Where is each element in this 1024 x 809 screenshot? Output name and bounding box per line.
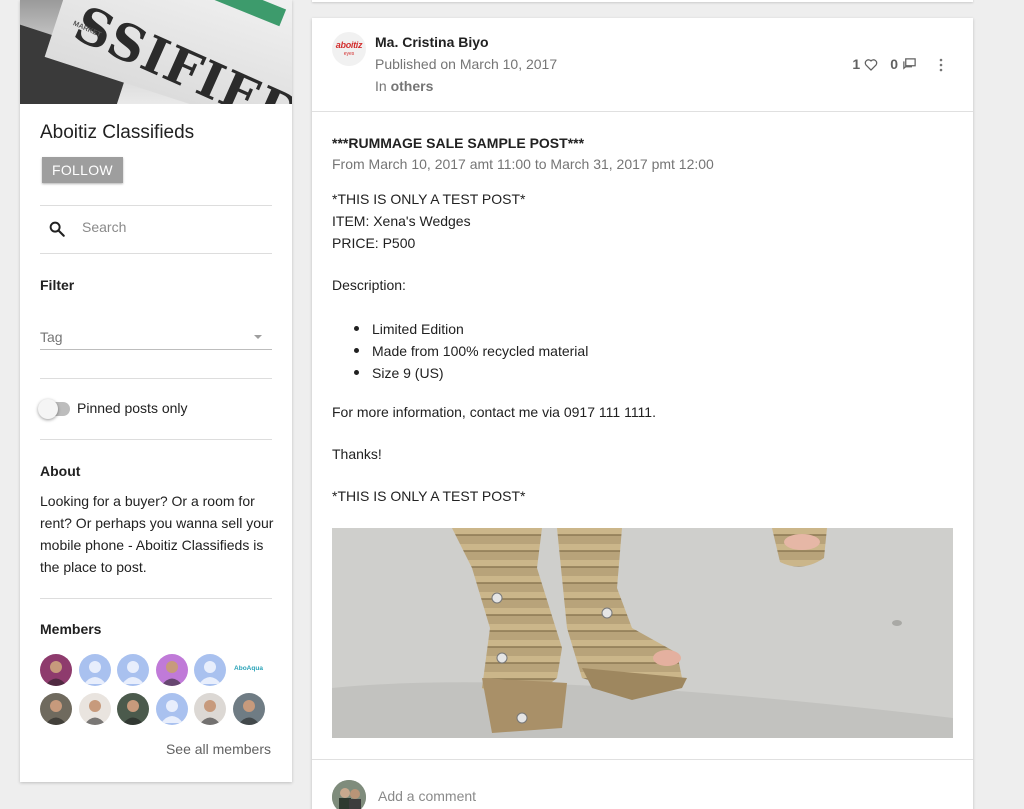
toggle-knob (38, 399, 58, 419)
member-avatar[interactable] (40, 693, 72, 725)
header-divider (312, 111, 973, 112)
about-heading: About (40, 463, 81, 479)
member-avatar[interactable] (194, 654, 226, 686)
filter-heading: Filter (40, 277, 75, 293)
member-avatar[interactable] (117, 693, 149, 725)
divider (40, 598, 272, 599)
category-link[interactable]: others (391, 78, 434, 94)
author-name[interactable]: Ma. Cristina Biyo (375, 34, 489, 50)
comment-icon[interactable] (902, 57, 917, 72)
pinned-posts-toggle[interactable] (38, 399, 70, 419)
pinned-posts-label: Pinned posts only (77, 400, 188, 416)
group-cover-image: SSIFIEDS MARKET (20, 0, 292, 104)
group-title: Aboitiz Classifieds (40, 122, 195, 143)
comment-count: 0 (890, 56, 898, 72)
author-logo-subtext: eyes (343, 51, 355, 57)
divider (40, 205, 272, 206)
post-title: ***RUMMAGE SALE SAMPLE POST*** (332, 135, 585, 151)
comment-divider (312, 759, 973, 760)
about-text: Looking for a buyer? Or a room for rent?… (40, 493, 274, 575)
see-all-members-link[interactable]: See all members (166, 741, 271, 757)
category-prefix: In (375, 78, 391, 94)
post-thanks: Thanks! (332, 446, 382, 462)
member-avatar[interactable] (155, 654, 188, 686)
previous-card-edge (312, 0, 973, 2)
author-logo-text: aboitiz (335, 40, 363, 50)
post-bullet-item: Size 9 (US) (352, 362, 588, 384)
member-avatar[interactable] (78, 693, 111, 725)
divider (40, 378, 272, 379)
post-dates: From March 10, 2017 amt 11:00 to March 3… (332, 156, 714, 172)
wedges-illustration (332, 528, 953, 738)
post-card: aboitiz eyes Ma. Cristina Biyo Published… (312, 18, 973, 809)
post-bullet-item: Limited Edition (352, 318, 588, 340)
author-avatar[interactable]: aboitiz eyes (332, 32, 366, 66)
members-heading: Members (40, 621, 102, 637)
tag-dropdown[interactable]: Tag (40, 326, 272, 350)
post-bullet-list: Limited Edition Made from 100% recycled m… (352, 318, 588, 384)
post-image-wedges[interactable] (332, 528, 953, 738)
member-avatar[interactable] (40, 654, 72, 686)
post-bullet-item: Made from 100% recycled material (352, 340, 588, 362)
current-user-avatar (332, 780, 366, 809)
follow-button[interactable]: FOLLOW (42, 157, 123, 183)
member-avatar[interactable] (78, 654, 111, 686)
post-line-test: *THIS IS ONLY A TEST POST* (332, 191, 526, 207)
divider (40, 253, 272, 254)
search-input[interactable] (82, 219, 262, 235)
post-contact: For more information, contact me via 091… (332, 404, 656, 420)
add-comment-input[interactable] (378, 788, 878, 804)
member-avatar[interactable]: AboAqua (232, 654, 265, 686)
post-description-label: Description: (332, 277, 406, 293)
group-sidebar: SSIFIEDS MARKET Aboitiz Classifieds FOLL… (20, 0, 292, 782)
heart-icon[interactable] (864, 58, 878, 71)
post-category: In others (375, 78, 433, 94)
post-price: PRICE: P500 (332, 235, 416, 251)
member-logo-text: AboAqua (234, 665, 263, 672)
post-item: ITEM: Xena's Wedges (332, 213, 471, 229)
divider (40, 439, 272, 440)
search-icon[interactable] (48, 220, 66, 238)
tag-dropdown-label: Tag (40, 329, 63, 345)
member-avatar[interactable] (155, 693, 188, 725)
member-avatar[interactable] (232, 693, 265, 725)
more-options-icon[interactable] (939, 58, 943, 72)
member-avatar[interactable] (117, 654, 149, 686)
member-avatar[interactable] (194, 693, 226, 725)
post-closing: *THIS IS ONLY A TEST POST* (332, 488, 526, 504)
published-date: Published on March 10, 2017 (375, 56, 558, 72)
like-count: 1 (852, 56, 861, 72)
dropdown-arrow-icon (254, 335, 262, 339)
post-stats: 1 0 (852, 56, 917, 72)
